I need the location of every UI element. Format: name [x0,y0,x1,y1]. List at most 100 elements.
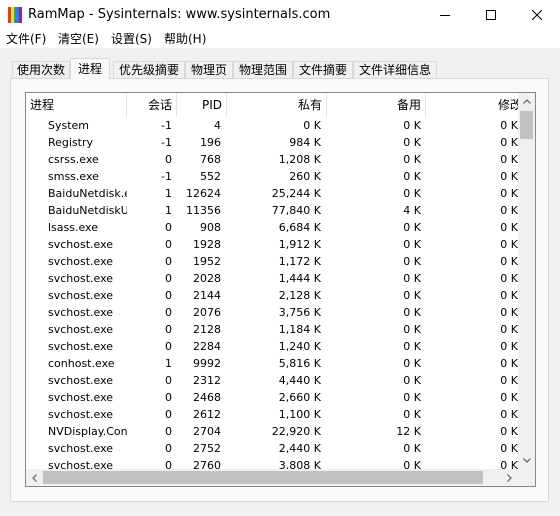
cell-process: NVDisplay.Cont [48,425,127,438]
tab-priority-summary[interactable]: 优先级摘要 [113,61,185,79]
column-header-modified[interactable]: 修改 [426,93,526,117]
cell-session: 0 [165,306,172,319]
cell-standby: 4 K [403,204,421,217]
table-row[interactable]: svchost.exe 0 2028 1,444 K 0 K 0 K [26,270,518,287]
cell-private: 25,244 K [271,187,321,200]
tab-use-counts[interactable]: 使用次数 [12,61,70,79]
cell-pid: 2144 [193,289,221,302]
column-header-private[interactable]: 私有 [227,93,327,117]
horizontal-scrollbar[interactable] [26,469,518,486]
window-title: RamMap - Sysinternals: www.sysinternals.… [28,7,331,22]
cell-modified: 0 K [500,238,518,251]
cell-pid: 1952 [193,255,221,268]
table-row[interactable]: svchost.exe 0 2468 2,660 K 0 K 0 K [26,389,518,406]
horizontal-scroll-thumb[interactable] [43,471,483,484]
column-header-standby[interactable]: 备用 [327,93,426,117]
cell-pid: 908 [200,221,221,234]
close-button[interactable] [514,0,560,30]
cell-private: 1,240 K [278,340,321,353]
table-row[interactable]: svchost.exe 0 2612 1,100 K 0 K 0 K [26,406,518,423]
menu-help[interactable]: 帮助(H) [164,30,206,48]
cell-pid: 552 [200,170,221,183]
scroll-left-arrow-icon[interactable] [26,469,43,486]
tab-file-summary[interactable]: 文件摘要 [293,61,353,79]
table-row[interactable]: BaiduNetdisk.e 1 12624 25,244 K 0 K 0 K [26,185,518,202]
column-header-pid[interactable]: PID [177,93,227,117]
table-row[interactable]: svchost.exe 0 2760 3,808 K 0 K 0 K [26,457,518,469]
table-row[interactable]: svchost.exe 0 2284 1,240 K 0 K 0 K [26,338,518,355]
table-row[interactable]: csrss.exe 0 768 1,208 K 0 K 0 K [26,151,518,168]
cell-modified: 0 K [500,306,518,319]
cell-standby: 0 K [403,357,421,370]
tab-processes[interactable]: 进程 [70,58,110,79]
cell-session: 0 [165,425,172,438]
cell-pid: 196 [200,136,221,149]
tab-physical-ranges[interactable]: 物理范围 [233,61,293,79]
scrollbar-corner [518,469,535,486]
table-row[interactable]: Registry -1 196 984 K 0 K 0 K [26,134,518,151]
menu-settings[interactable]: 设置(S) [111,30,152,48]
cell-process: svchost.exe [48,289,114,302]
vertical-scroll-thumb[interactable] [520,111,533,139]
table-row[interactable]: conhost.exe 1 9992 5,816 K 0 K 0 K [26,355,518,372]
table-row[interactable]: svchost.exe 0 2076 3,756 K 0 K 0 K [26,304,518,321]
minimize-icon [440,15,450,16]
cell-process: conhost.exe [48,357,115,370]
cell-pid: 2076 [193,306,221,319]
process-list[interactable]: 进程 会话 PID 私有 备用 修改 System -1 4 0 K0 K0 K Reg… [25,92,536,487]
cell-standby: 0 K [403,153,421,166]
table-row[interactable]: smss.exe -1 552 260 K 0 K 0 K [26,168,518,185]
cell-private: 2,440 K [278,442,321,455]
cell-standby: 0 K [403,136,421,149]
cell-pid: 2028 [193,272,221,285]
cell-process: smss.exe [48,170,99,183]
cell-private: 5,816 K [278,357,321,370]
vertical-scrollbar[interactable] [518,93,535,469]
cell-session: 0 [165,221,172,234]
table-row[interactable]: NVDisplay.Cont 0 2704 22,920 K 12 K 0 K [26,423,518,440]
cell-standby: 0 K [403,408,421,421]
cell-modified: 0 K [500,153,518,166]
cell-process: Registry [48,136,94,149]
menu-empty[interactable]: 清空(E) [58,30,99,48]
cell-process: svchost.exe [48,272,114,285]
menu-file[interactable]: 文件(F) [6,30,46,48]
tab-physical-pages[interactable]: 物理页 [185,61,233,79]
cell-process: svchost.exe [48,442,114,455]
cell-modified: 0 K [500,374,518,387]
cell-private: 77,840 K [271,204,321,217]
table-row[interactable]: lsass.exe 0 908 6,684 K 0 K 0 K [26,219,518,236]
cell-process: lsass.exe [48,221,98,234]
table-row[interactable]: svchost.exe 0 2312 4,440 K 0 K 0 K [26,372,518,389]
cell-private: 22,920 K [271,425,321,438]
table-row[interactable]: svchost.exe 0 1928 1,912 K 0 K 0 K [26,236,518,253]
cell-session: 0 [165,153,172,166]
cell-modified: 0 K [500,323,518,336]
cell-session: -1 [161,170,172,183]
scroll-up-arrow-icon[interactable] [518,93,535,110]
minimize-button[interactable] [422,0,468,30]
cell-modified: 0 K [500,136,518,149]
tab-file-details[interactable]: 文件详细信息 [353,61,437,79]
table-row[interactable]: svchost.exe 0 1952 1,172 K 0 K 0 K [26,253,518,270]
cell-process: svchost.exe [48,255,114,268]
maximize-button[interactable] [468,0,514,30]
cell-modified: 0 K [500,255,518,268]
table-row[interactable]: svchost.exe 0 2128 1,184 K 0 K 0 K [26,321,518,338]
cell-process: svchost.exe [48,306,114,319]
table-row[interactable]: svchost.exe 0 2144 2,128 K 0 K 0 K [26,287,518,304]
scroll-down-arrow-icon[interactable] [518,452,535,469]
table-row[interactable]: svchost.exe 0 2752 2,440 K 0 K 0 K [26,440,518,457]
column-header-process[interactable]: 进程 [26,93,127,117]
cell-modified: 0 K [500,272,518,285]
table-row[interactable]: BaiduNetdiskUn 1 11356 77,840 K 4 K 0 K [26,202,518,219]
cell-private: 1,184 K [278,323,321,336]
scroll-right-arrow-icon[interactable] [501,469,518,486]
column-header-session[interactable]: 会话 [127,93,177,117]
table-row[interactable]: System -1 4 0 K 0 K 0 K [26,117,518,134]
list-rows: System -1 4 0 K 0 K 0 K Registry -1 196 984 K 0 K 0… [26,117,518,469]
cell-private: 6,684 K [278,221,321,234]
cell-private: 260 K [289,170,321,183]
menu-bar: 文件(F) 清空(E) 设置(S) 帮助(H) [0,30,560,48]
cell-standby: 0 K [403,323,421,336]
